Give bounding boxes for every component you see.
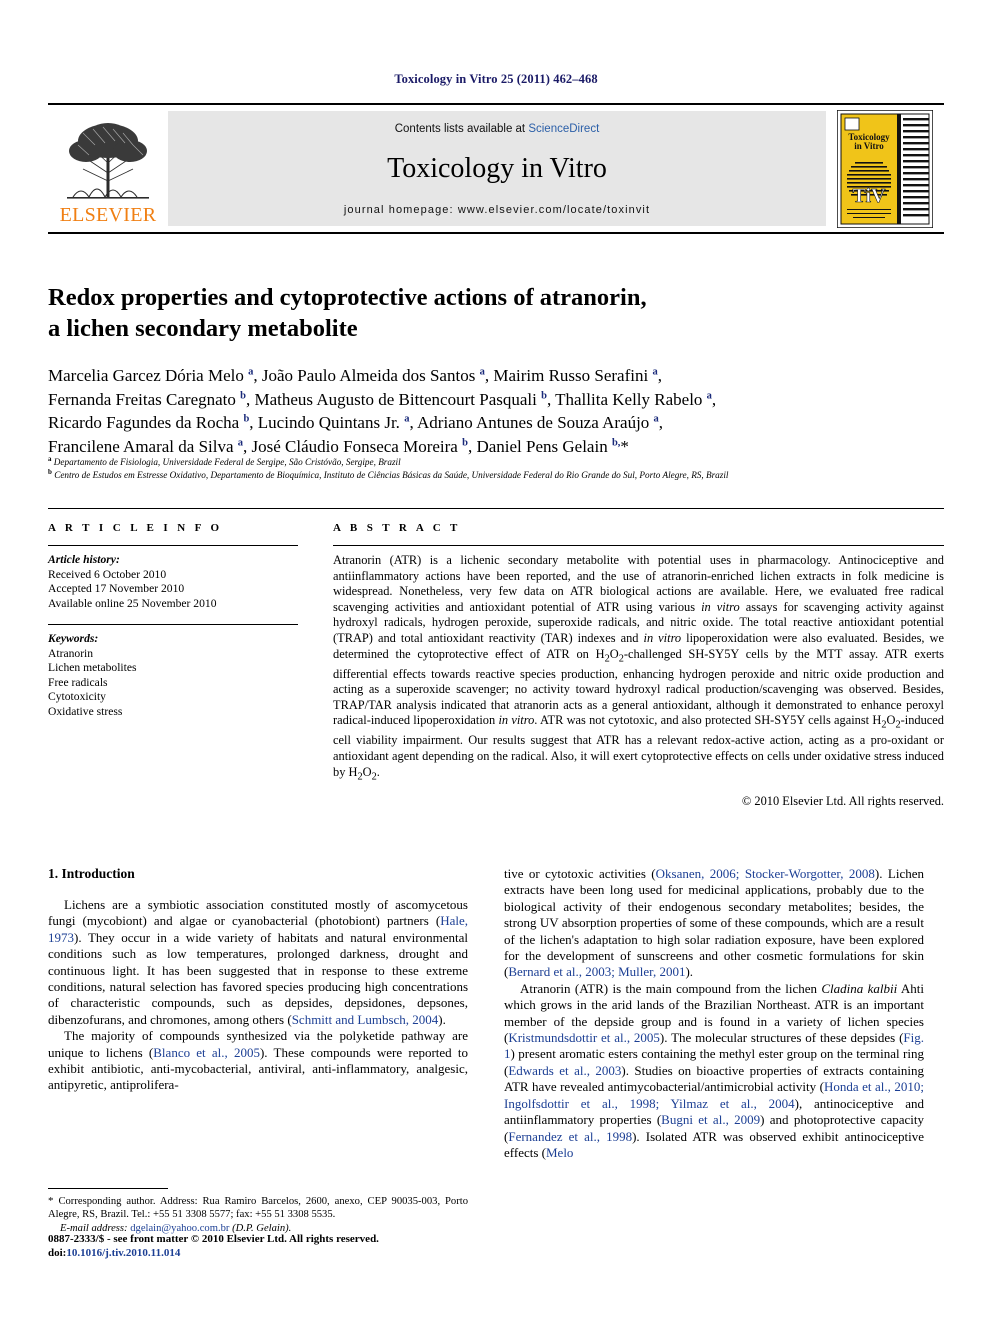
abstract-rule [333, 545, 944, 546]
article-title-line-1: Redox properties and cytoprotective acti… [48, 284, 647, 311]
article-history-label: Article history: [48, 553, 120, 566]
elsevier-logo: ELSEVIER [48, 105, 168, 232]
journal-cover-thumbnail: Toxicology in Vitro TiV [826, 105, 944, 232]
article-page: Toxicology in Vitro 25 (2011) 462–468 EL… [0, 0, 992, 1323]
journal-masthead: ELSEVIER Contents lists available at Sci… [48, 103, 944, 234]
article-info-heading: A R T I C L E I N F O [48, 522, 223, 534]
abstract-copyright: © 2010 Elsevier Ltd. All rights reserved… [741, 793, 944, 808]
band-top-rule [48, 508, 944, 509]
intro-paragraph: The majority of compounds synthesized vi… [48, 1028, 468, 1093]
contents-available-line: Contents lists available at ScienceDirec… [168, 123, 826, 135]
intro-paragraph: tive or cytotoxic activities (Oksanen, 2… [504, 866, 924, 980]
available-online-date: Available online 25 November 2010 [48, 596, 217, 610]
corresponding-author-footnote: * Corresponding author. Address: Rua Ram… [48, 1188, 468, 1235]
abstract-text: Atranorin (ATR) is a lichenic secondary … [333, 553, 944, 783]
body-column-left: 1. Introduction Lichens are a symbiotic … [48, 866, 468, 1094]
corresponding-author-text: * Corresponding author. Address: Rua Ram… [48, 1195, 468, 1221]
affiliation-a: a Departamento de Fisiologia, Universida… [48, 454, 401, 467]
journal-title: Toxicology in Vitro [387, 153, 607, 184]
keyword-item: Free radicals [48, 675, 108, 689]
abstract-column: A B S T R A C T Atranorin (ATR) is a lic… [333, 522, 944, 809]
info-abstract-band: A R T I C L E I N F O Article history: R… [48, 508, 944, 828]
doi-label: doi: [48, 1247, 67, 1259]
abstract-heading: A B S T R A C T [333, 522, 461, 534]
received-date: Received 6 October 2010 [48, 567, 167, 581]
accepted-date: Accepted 17 November 2010 [48, 582, 185, 595]
keyword-item: Atranorin [48, 646, 94, 660]
doi-link[interactable]: 10.1016/j.tiv.2010.11.014 [66, 1247, 180, 1259]
page-footer: 0887-2333/$ - see front matter © 2010 El… [48, 1232, 548, 1260]
keyword-item: Oxidative stress [48, 704, 123, 718]
keywords-block: Keywords: Atranorin Lichen metabolites F… [48, 632, 298, 719]
affiliation-list: a Departamento de Fisiologia, Universida… [48, 454, 948, 481]
keyword-item: Lichen metabolites [48, 661, 137, 674]
contents-prefix: Contents lists available at [394, 123, 529, 135]
footnote-rule [48, 1188, 168, 1189]
svg-text:in Vitro: in Vitro [854, 141, 884, 151]
intro-paragraph: Lichens are a symbiotic association cons… [48, 897, 468, 1027]
svg-text:TiV: TiV [853, 185, 887, 207]
journal-cover-image: Toxicology in Vitro TiV [837, 109, 933, 228]
article-history-block: Article history: Received 6 October 2010… [48, 553, 298, 611]
keywords-label: Keywords: [48, 632, 99, 645]
elsevier-wordmark: ELSEVIER [59, 204, 157, 226]
article-title: Redox properties and cytoprotective acti… [48, 282, 748, 344]
elsevier-tree-icon [67, 123, 149, 199]
doi-line: doi:10.1016/j.tiv.2010.11.014 [48, 1246, 548, 1260]
article-title-line-2: a lichen secondary metabolite [48, 315, 358, 342]
keywords-rule [48, 624, 298, 625]
sciencedirect-link[interactable]: ScienceDirect [528, 123, 599, 135]
author-list: Marcelia Garcez Dória Melo a, João Paulo… [48, 366, 717, 456]
keyword-item: Cytotoxicity [48, 690, 106, 703]
intro-paragraph: Atranorin (ATR) is the main compound fro… [504, 980, 925, 1160]
article-info-rule [48, 545, 298, 546]
journal-homepage-link[interactable]: journal homepage: www.elsevier.com/locat… [168, 204, 826, 216]
affiliation-b: b Centro de Estudos em Estresse Oxidativ… [48, 467, 729, 480]
issn-line: 0887-2333/$ - see front matter © 2010 El… [48, 1233, 379, 1245]
body-column-right: tive or cytotoxic activities (Oksanen, 2… [504, 866, 924, 1161]
article-info-column: A R T I C L E I N F O Article history: R… [48, 522, 298, 719]
masthead-center-panel: Contents lists available at ScienceDirec… [168, 111, 826, 226]
running-head: Toxicology in Vitro 25 (2011) 462–468 [394, 72, 598, 86]
introduction-heading: 1. Introduction [48, 866, 135, 881]
